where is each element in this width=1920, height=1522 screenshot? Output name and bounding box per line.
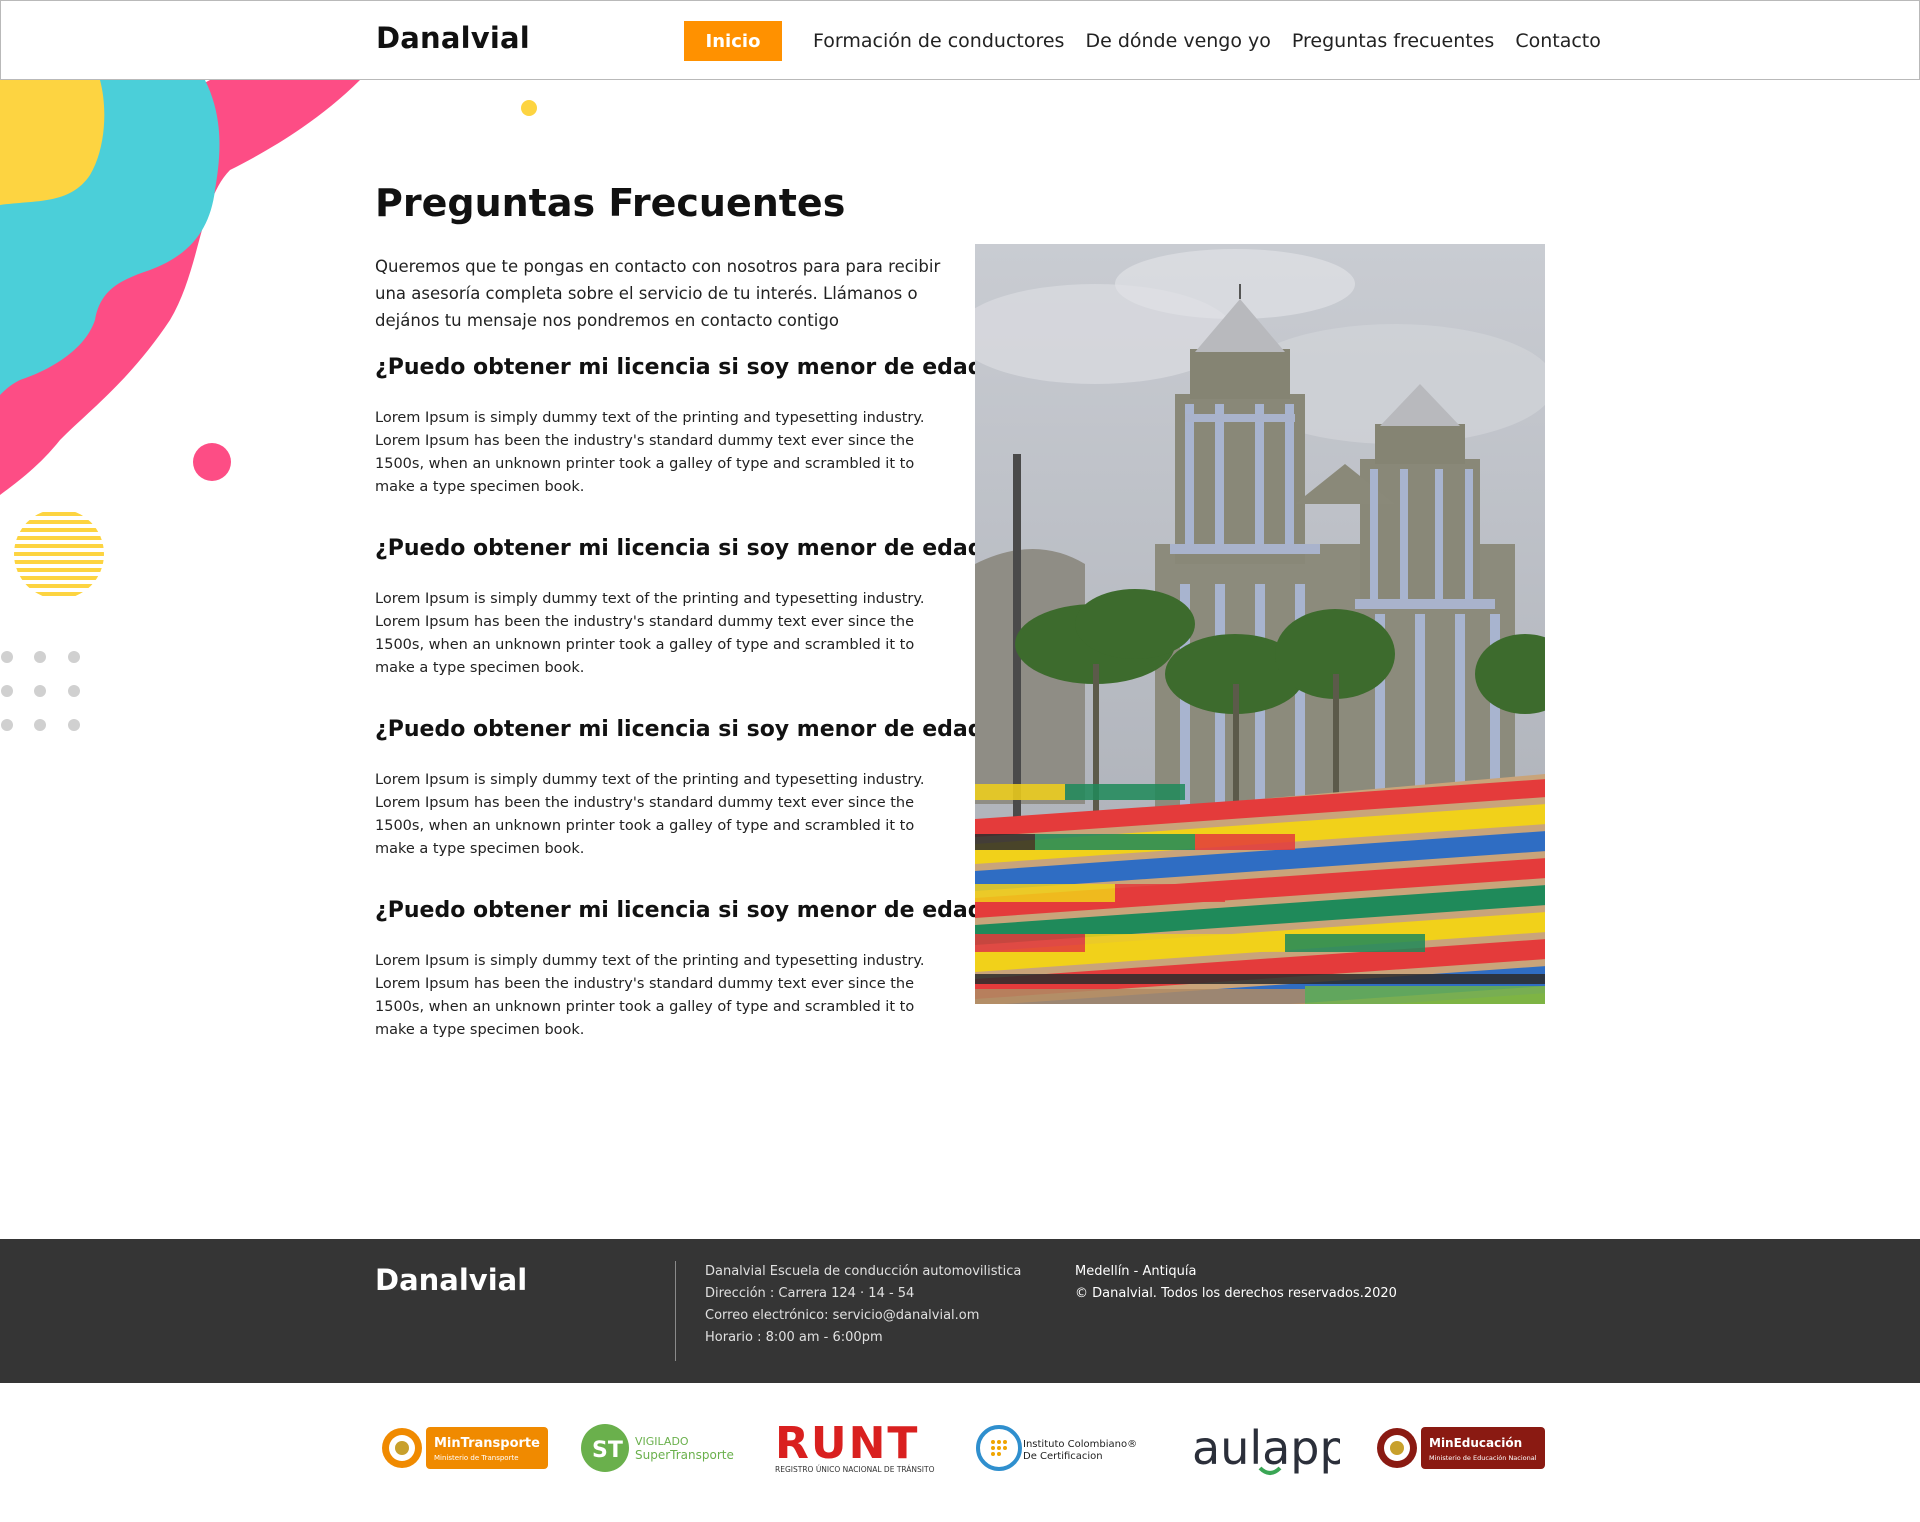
site-header: Danalvial Inicio Formación de conductore… xyxy=(0,0,1920,80)
partner-logos: MinTransporte Ministerio de Transporte S… xyxy=(375,1418,1545,1478)
footer-email[interactable]: Correo electrónico: servicio@danalvial.o… xyxy=(705,1305,1021,1327)
footer-copyright: © Danalvial. Todos los derechos reservad… xyxy=(1075,1286,1397,1301)
brand-logo[interactable]: Danalvial xyxy=(376,21,530,55)
footer-legal: Medellín - Antiquía © Danalvial. Todos l… xyxy=(1075,1261,1397,1305)
striped-circle xyxy=(14,509,104,599)
nav-item-inicio[interactable]: Inicio xyxy=(684,21,782,61)
supertransporte-line1: VIGILADO xyxy=(635,1435,689,1448)
decorative-shapes xyxy=(0,80,360,731)
nav-item-formacion[interactable]: Formación de conductores xyxy=(813,30,1064,52)
footer-divider xyxy=(675,1261,676,1361)
site-footer: Danalvial Danalvial Escuela de conducció… xyxy=(0,1239,1920,1383)
mintransporte-name: MinTransporte xyxy=(434,1436,540,1451)
runt-name: RUNT xyxy=(775,1418,919,1469)
aulapp-logo[interactable]: aulapp xyxy=(1190,1418,1349,1478)
footer-location: Medellín - Antiquía xyxy=(1075,1264,1197,1279)
nav-item-contacto[interactable]: Contacto xyxy=(1515,30,1601,52)
supertransporte-logo[interactable]: ST VIGILADO SuperTransporte xyxy=(580,1418,750,1478)
footer-company: Danalvial Escuela de conducción automovi… xyxy=(705,1264,1022,1279)
yellow-dot-small xyxy=(521,100,537,116)
svg-text:ST: ST xyxy=(592,1438,623,1463)
footer-contact-info: Danalvial Escuela de conducción automovi… xyxy=(705,1261,1021,1349)
faq-question-1: ¿Puedo obtener mi licencia si soy menor … xyxy=(375,355,997,380)
faq-answer-3: Lorem Ipsum is simply dummy text of the … xyxy=(375,772,925,857)
faq-question-2: ¿Puedo obtener mi licencia si soy menor … xyxy=(375,536,997,561)
nav-item-de-donde-vengo[interactable]: De dónde vengo yo xyxy=(1085,30,1270,52)
footer-address: Dirección : Carrera 124 · 14 - 54 xyxy=(705,1286,915,1301)
supertransporte-line2: SuperTransporte xyxy=(635,1448,734,1462)
main-nav: Inicio Formación de conductores De dónde… xyxy=(684,21,1601,61)
footer-hours: Horario : 8:00 am - 6:00pm xyxy=(705,1330,883,1345)
mintransporte-logo[interactable]: MinTransporte Ministerio de Transporte xyxy=(380,1418,550,1478)
mineducacion-name: MinEducación xyxy=(1429,1436,1522,1450)
dot-grid xyxy=(1,651,80,731)
mintransporte-sub: Ministerio de Transporte xyxy=(434,1454,519,1462)
faq-question-4: ¿Puedo obtener mi licencia si soy menor … xyxy=(375,898,997,923)
faq-answer-4: Lorem Ipsum is simply dummy text of the … xyxy=(375,953,925,1038)
icc-line2: De Certificacion xyxy=(1023,1451,1103,1462)
mineducacion-sub: Ministerio de Educación Nacional xyxy=(1429,1454,1537,1462)
nav-item-preguntas[interactable]: Preguntas frecuentes xyxy=(1292,30,1494,52)
mineducacion-logo[interactable]: MinEducación Ministerio de Educación Nac… xyxy=(1375,1418,1545,1478)
page-title: Preguntas Frecuentes xyxy=(375,181,846,225)
runt-sub: REGISTRO ÚNICO NACIONAL DE TRÁNSITO xyxy=(775,1465,935,1474)
aulapp-name: aulapp xyxy=(1192,1421,1340,1475)
icc-logo[interactable]: Instituto Colombiano® De Certificacion xyxy=(975,1418,1150,1478)
pink-circle xyxy=(193,443,231,481)
church-photo xyxy=(975,244,1545,1004)
footer-brand[interactable]: Danalvial xyxy=(375,1263,527,1297)
intro-text: Queremos que te pongas en contacto con n… xyxy=(375,257,941,330)
faq-answer-1: Lorem Ipsum is simply dummy text of the … xyxy=(375,410,925,495)
faq-question-3: ¿Puedo obtener mi licencia si soy menor … xyxy=(375,717,997,742)
runt-logo[interactable]: RUNT REGISTRO ÚNICO NACIONAL DE TRÁNSITO xyxy=(773,1418,948,1478)
icc-line1: Instituto Colombiano® xyxy=(1023,1439,1137,1450)
faq-answer-2: Lorem Ipsum is simply dummy text of the … xyxy=(375,591,925,676)
